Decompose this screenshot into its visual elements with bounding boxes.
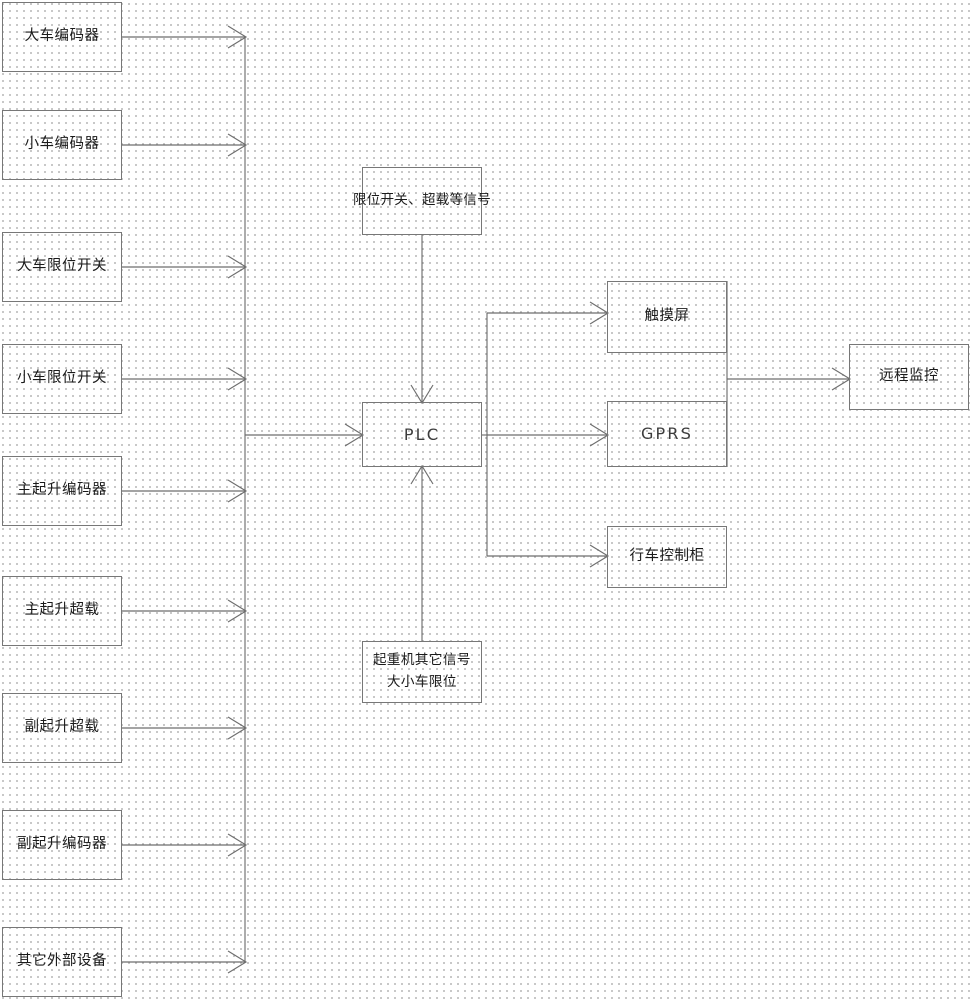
remote-monitor-label: 远程监控	[879, 368, 939, 385]
wire-input-8	[122, 833, 248, 857]
wire-bus-to-plc	[245, 423, 365, 447]
input-box-label: 主起升超载	[24, 602, 100, 619]
input-box-label: 其它外部设备	[17, 953, 107, 970]
input-box-qi-ta-wai-bu-she-bei[interactable]: 其它外部设备	[2, 927, 122, 997]
input-box-label: 小车编码器	[24, 136, 100, 153]
input-box-label: 大车编码器	[24, 28, 100, 45]
wire-bottomsignal-to-plc	[410, 464, 434, 641]
wire-input-2	[122, 133, 248, 157]
wire-input-9	[122, 950, 248, 974]
input-box-fu-qi-sheng-chao-zai[interactable]: 副起升超载	[2, 693, 122, 763]
signal-box-crane-other-signals[interactable]: 起重机其它信号 大小车限位	[362, 641, 482, 703]
wire-plc-to-cabinet	[487, 544, 610, 568]
input-box-da-che-xian-wei-kai-guan[interactable]: 大车限位开关	[2, 232, 122, 302]
wire-topsignal-to-plc	[410, 235, 434, 405]
input-box-label: 大车限位开关	[17, 258, 107, 275]
block-diagram-canvas: 大车编码器 小车编码器 大车限位开关 小车限位开关 主起升编码器 主起升超载 副…	[0, 0, 971, 1000]
output-box-label: GPRS	[640, 424, 694, 444]
wire-to-remote-monitor	[727, 367, 852, 391]
wire-plc-to-gprs	[487, 423, 610, 447]
input-box-label: 主起升编码器	[17, 482, 107, 499]
input-box-zhu-qi-sheng-bian-ma-qi[interactable]: 主起升编码器	[2, 456, 122, 526]
output-box-touch-screen[interactable]: 触摸屏	[607, 281, 727, 353]
input-box-label: 小车限位开关	[17, 370, 107, 387]
controller-label: PLC	[403, 424, 441, 444]
wire-input-3	[122, 255, 248, 279]
wire-input-7	[122, 716, 248, 740]
signal-box-label-line-1: 起重机其它信号	[373, 652, 471, 669]
connector-layer	[122, 25, 852, 974]
signal-box-limit-switch-overload[interactable]: 限位开关、超载等信号	[353, 167, 491, 235]
wire-plc-to-hmi	[487, 301, 610, 325]
input-box-xiao-che-bian-ma-qi[interactable]: 小车编码器	[2, 110, 122, 180]
input-box-zhu-qi-sheng-chao-zai[interactable]: 主起升超载	[2, 576, 122, 646]
input-box-fu-qi-sheng-bian-ma-qi[interactable]: 副起升编码器	[2, 810, 122, 880]
input-box-da-che-bian-ma-qi[interactable]: 大车编码器	[2, 2, 122, 72]
input-box-xiao-che-xian-wei-kai-guan[interactable]: 小车限位开关	[2, 344, 122, 414]
output-box-crane-control-cabinet[interactable]: 行车控制柜	[607, 526, 727, 588]
wire-input-5	[122, 479, 248, 503]
output-box-label: 触摸屏	[644, 308, 690, 325]
output-box-gprs[interactable]: GPRS	[607, 401, 727, 467]
controller-box-plc[interactable]: PLC	[362, 402, 482, 467]
wire-input-4	[122, 367, 248, 391]
input-box-label: 副起升超载	[24, 719, 100, 736]
signal-box-label-line-1: 限位开关、超载等信号	[353, 192, 491, 209]
wire-input-1	[122, 25, 248, 49]
output-box-label: 行车控制柜	[629, 548, 705, 565]
output-box-remote-monitoring[interactable]: 远程监控	[849, 344, 969, 410]
signal-box-label-line-2: 大小车限位	[387, 674, 457, 690]
wire-input-6	[122, 599, 248, 623]
input-box-label: 副起升编码器	[17, 836, 107, 853]
